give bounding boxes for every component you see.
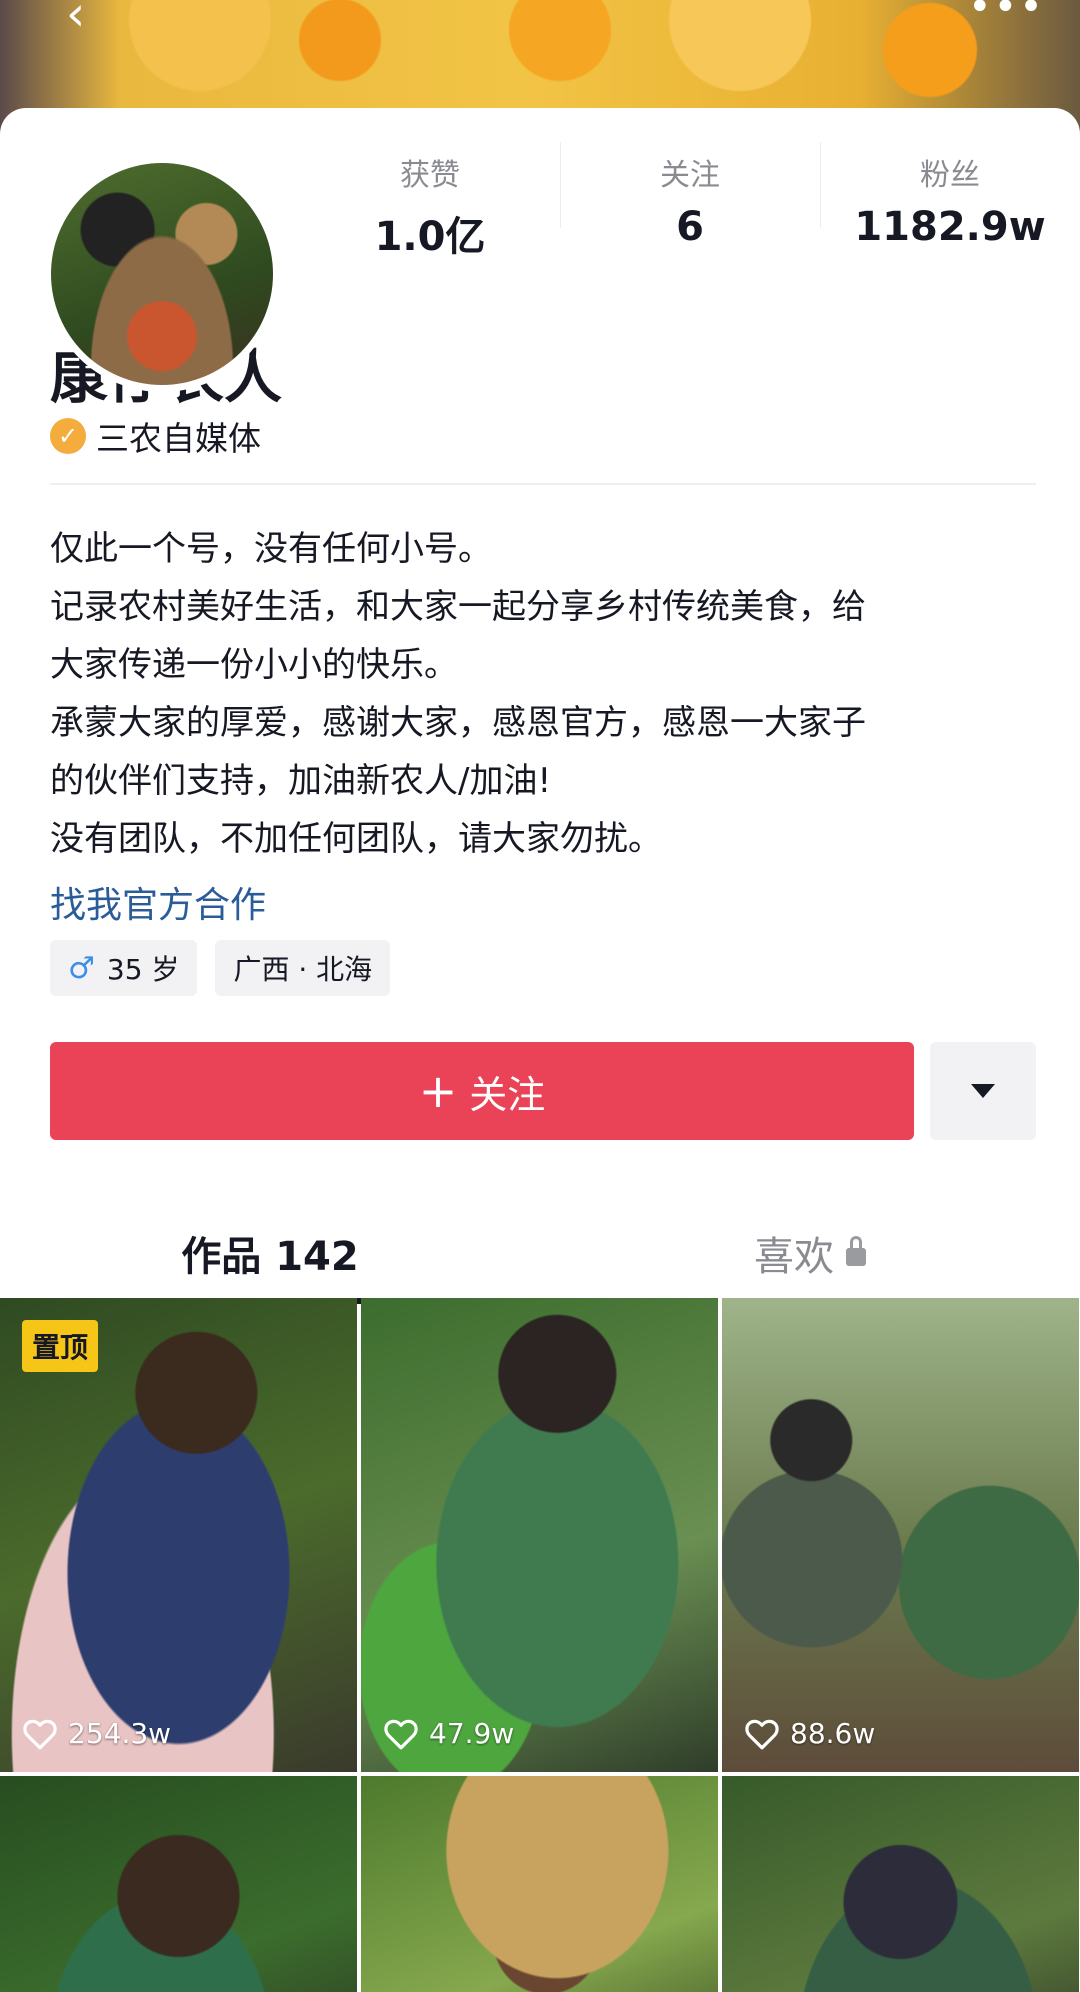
bio-line: 大家传递一份小小的快乐。 (50, 645, 458, 685)
profile-tags: ♂ 35 岁 广西 · 北海 (50, 940, 391, 996)
video-thumbnail[interactable] (361, 1776, 718, 1992)
video-thumbnail[interactable] (722, 1776, 1079, 1992)
likes-count: 47.9w (429, 1717, 515, 1750)
male-icon: ♂ (68, 950, 95, 986)
profile-card: 获赞 1.0亿 关注 6 粉丝 1182.9w 康仔农人 ✓ 三农自媒体 仅此一… (0, 108, 1080, 1992)
stat-value: 6 (676, 204, 704, 250)
tab-works[interactable]: 作品 142 (0, 1204, 540, 1304)
age-tag: ♂ 35 岁 (50, 940, 198, 996)
bio-line: 记录农村美好生活，和大家一起分享乡村传统美食，给 (50, 587, 866, 627)
profile-stats: 获赞 1.0亿 关注 6 粉丝 1182.9w (300, 136, 1080, 260)
back-icon[interactable]: ‹ (66, 0, 106, 38)
stat-likes[interactable]: 获赞 1.0亿 (300, 136, 560, 260)
age-label: 35 岁 (106, 953, 180, 986)
likes-count: 88.6w (790, 1717, 876, 1750)
verified-label: 三农自媒体 (96, 419, 261, 458)
bio-line: 仅此一个号，没有任何小号。 (50, 529, 492, 569)
location-tag: 广西 · 北海 (215, 940, 391, 996)
video-likes: 47.9w (383, 1717, 514, 1750)
video-thumbnail[interactable]: 置顶 254.3w (0, 1298, 357, 1772)
verified-check-icon: ✓ (50, 418, 86, 454)
video-grid: 置顶 254.3w 47.9w 88.6w (0, 1298, 1080, 1992)
heart-icon (23, 1719, 57, 1749)
pinned-badge: 置顶 (22, 1320, 99, 1372)
video-thumbnail[interactable]: 47.9w (361, 1298, 718, 1772)
caret-down-icon (971, 1084, 995, 1098)
stat-following[interactable]: 关注 6 (560, 136, 820, 256)
video-likes: 88.6w (744, 1717, 875, 1750)
stat-label: 获赞 (400, 158, 460, 193)
avatar-image (51, 163, 273, 385)
bio-line: 承蒙大家的厚爱，感谢大家，感恩官方，感恩一大家子 (50, 703, 866, 743)
bio-line: 的伙伴们支持，加油新农人/加油! (50, 761, 552, 801)
tab-likes[interactable]: 喜欢 (540, 1204, 1080, 1304)
avatar[interactable] (44, 156, 280, 392)
stat-followers[interactable]: 粉丝 1182.9w (820, 136, 1080, 256)
official-cooperation-link[interactable]: 找我官方合作 (50, 876, 266, 928)
bio-line: 没有团队，不加任何团队，请大家勿扰。 (50, 819, 662, 859)
stat-value: 1182.9w (854, 204, 1046, 250)
tab-label: 作品 142 (181, 1234, 359, 1280)
profile-bio: 仅此一个号，没有任何小号。 记录农村美好生活，和大家一起分享乡村传统美食，给 大… (50, 520, 1030, 868)
more-options-button[interactable] (930, 1042, 1036, 1140)
video-likes: 254.3w (22, 1717, 171, 1750)
more-icon[interactable]: ••• (968, 0, 1043, 27)
video-thumbnail[interactable]: 88.6w (722, 1298, 1079, 1772)
lock-icon (846, 1236, 866, 1266)
heart-icon (384, 1719, 418, 1749)
follow-label: 关注 (469, 1072, 546, 1117)
verified-badge: ✓ 三农自媒体 (50, 412, 261, 460)
likes-count: 254.3w (68, 1717, 172, 1750)
heart-icon (745, 1719, 779, 1749)
location-label: 广西 · 北海 (233, 953, 373, 986)
stat-label: 粉丝 (920, 158, 980, 193)
stat-label: 关注 (660, 158, 720, 193)
follow-button[interactable]: + 关注 (50, 1042, 914, 1140)
profile-tabs: 作品 142 喜欢 (0, 1204, 1080, 1304)
tab-label: 喜欢 (754, 1234, 834, 1280)
stat-value: 1.0亿 (374, 214, 486, 260)
plus-icon: + (418, 1064, 458, 1118)
divider (50, 483, 1036, 485)
video-thumbnail[interactable] (0, 1776, 357, 1992)
